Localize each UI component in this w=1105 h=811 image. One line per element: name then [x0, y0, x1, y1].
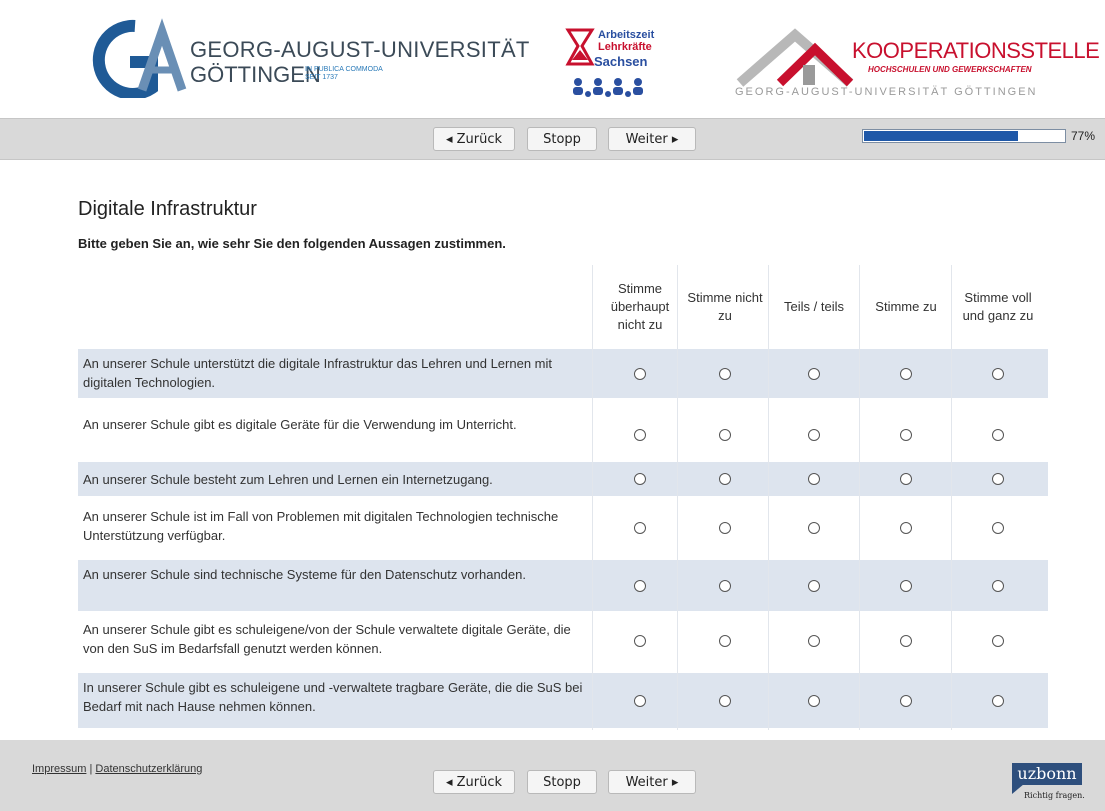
answer-radio-4[interactable] — [900, 634, 912, 647]
answer-radio-2[interactable] — [719, 473, 731, 485]
top-navigation-bar: ◂ Zurück Stopp Weiter ▸ 77% — [0, 118, 1105, 160]
answer-radio-2[interactable] — [719, 634, 731, 647]
question-row: An unserer Schule besteht zum Lehren und… — [78, 462, 1048, 496]
back-button-top[interactable]: ◂ Zurück — [433, 127, 515, 151]
answer-radio-3[interactable] — [808, 579, 820, 592]
answer-radio-1[interactable] — [634, 522, 646, 534]
next-button-top[interactable]: Weiter ▸ — [608, 127, 696, 151]
answer-radio-1[interactable] — [634, 429, 646, 441]
page-title: Digitale Infrastruktur — [78, 198, 257, 220]
privacy-link[interactable]: Datenschutzerklärung — [95, 763, 202, 775]
answer-radio-1[interactable] — [634, 634, 646, 647]
answer-radio-5[interactable] — [992, 429, 1004, 441]
scale-header-5: Stimme voll und ganz zu — [962, 290, 1034, 323]
motto-line1: IN PUBLICA COMMODA — [305, 66, 383, 73]
column-divider — [859, 265, 860, 730]
scale-header-1: Stimme überhaupt nicht zu — [610, 281, 670, 332]
partner-logo-line3: Sachsen — [594, 54, 648, 69]
uzbonn-tagline: Richtig fragen. — [1024, 791, 1085, 800]
progress-bar-fill — [864, 131, 1018, 141]
logo-corner-icon — [1012, 784, 1024, 794]
question-row: In unserer Schule gibt es schuleigene un… — [78, 673, 1048, 728]
answer-radio-4[interactable] — [900, 367, 912, 380]
question-text: An unserer Schule unterstützt die digita… — [83, 356, 552, 390]
answer-radio-4[interactable] — [900, 694, 912, 707]
answer-radio-1[interactable] — [634, 579, 646, 592]
column-divider — [592, 265, 593, 730]
answer-radio-2[interactable] — [719, 694, 731, 707]
column-divider — [951, 265, 952, 730]
answer-radio-3[interactable] — [808, 473, 820, 485]
answer-radio-1[interactable] — [634, 473, 646, 485]
university-motto: IN PUBLICA COMMODA SEIT 1737 — [305, 66, 383, 82]
stop-button-top[interactable]: Stopp — [527, 127, 597, 151]
answer-radio-3[interactable] — [808, 694, 820, 707]
motto-line2: SEIT 1737 — [305, 74, 338, 81]
answer-radio-2[interactable] — [719, 367, 731, 380]
question-text: An unserer Schule sind technische System… — [83, 567, 526, 582]
page-header: GEORG-AUGUST-UNIVERSITÄT GÖTTINGEN IN PU… — [0, 0, 1105, 118]
answer-radio-5[interactable] — [992, 473, 1004, 485]
question-row: An unserer Schule sind technische System… — [78, 560, 1048, 611]
question-instruction: Bitte geben Sie an, wie sehr Sie den fol… — [78, 236, 506, 251]
answer-radio-5[interactable] — [992, 634, 1004, 647]
scale-header-2: Stimme nicht zu — [687, 290, 763, 323]
answer-radio-1[interactable] — [634, 367, 646, 380]
column-divider — [768, 265, 769, 730]
page-footer: Impressum | Datenschutzerklärung ◂ Zurüc… — [0, 740, 1105, 811]
stop-button-bottom[interactable]: Stopp — [527, 770, 597, 794]
question-row: An unserer Schule gibt es schuleigene/vo… — [78, 615, 1048, 666]
question-text: An unserer Schule ist im Fall von Proble… — [83, 509, 559, 543]
question-text: An unserer Schule gibt es schuleigene/vo… — [83, 622, 571, 656]
answer-radio-3[interactable] — [808, 634, 820, 647]
koop-logo-title: KOOPERATIONSSTELLE — [852, 38, 1100, 63]
back-button-bottom[interactable]: ◂ Zurück — [433, 770, 515, 794]
progress-percentage: 77% — [1071, 129, 1096, 143]
koop-logo-subtitle: HOCHSCHULEN UND GEWERKSCHAFTEN — [868, 65, 1032, 74]
scale-header-4: Stimme zu — [875, 299, 937, 314]
scale-header-3: Teils / teils — [784, 299, 844, 314]
question-text: In unserer Schule gibt es schuleigene un… — [83, 680, 583, 714]
partner-logo-line1: Arbeitszeit — [598, 29, 655, 41]
column-divider — [677, 265, 678, 730]
uzbonn-logo: uzbonn — [1012, 763, 1082, 785]
answer-radio-4[interactable] — [900, 473, 912, 485]
question-row: An unserer Schule ist im Fall von Proble… — [78, 502, 1048, 554]
answer-radio-1[interactable] — [634, 694, 646, 707]
answer-radio-3[interactable] — [808, 429, 820, 441]
answer-radio-5[interactable] — [992, 367, 1004, 380]
answer-radio-3[interactable] — [808, 522, 820, 534]
koop-logo-caption: GEORG-AUGUST-UNIVERSITÄT GÖTTINGEN — [735, 86, 1038, 98]
answer-radio-2[interactable] — [719, 579, 731, 592]
answer-radio-5[interactable] — [992, 579, 1004, 592]
answer-radio-4[interactable] — [900, 579, 912, 592]
question-row: An unserer Schule gibt es digitale Gerät… — [78, 410, 1048, 460]
university-name-line1: GEORG-AUGUST-UNIVERSITÄT — [190, 37, 530, 62]
partner-logo-line2: Lehrkräfte — [598, 41, 652, 53]
progress-bar — [862, 129, 1066, 143]
question-row: An unserer Schule unterstützt die digita… — [78, 349, 1048, 398]
question-text: An unserer Schule besteht zum Lehren und… — [83, 472, 493, 487]
answer-radio-2[interactable] — [719, 429, 731, 441]
answer-radio-4[interactable] — [900, 429, 912, 441]
answer-radio-2[interactable] — [719, 522, 731, 534]
impressum-link[interactable]: Impressum — [32, 763, 86, 775]
question-text: An unserer Schule gibt es digitale Gerät… — [83, 417, 517, 432]
answer-radio-3[interactable] — [808, 367, 820, 380]
answer-radio-5[interactable] — [992, 694, 1004, 707]
answer-radio-4[interactable] — [900, 522, 912, 534]
university-logo-icon — [92, 18, 187, 98]
answer-radio-5[interactable] — [992, 522, 1004, 534]
footer-links: Impressum | Datenschutzerklärung — [32, 763, 202, 775]
next-button-bottom[interactable]: Weiter ▸ — [608, 770, 696, 794]
university-name-line2: GÖTTINGEN — [190, 62, 321, 87]
